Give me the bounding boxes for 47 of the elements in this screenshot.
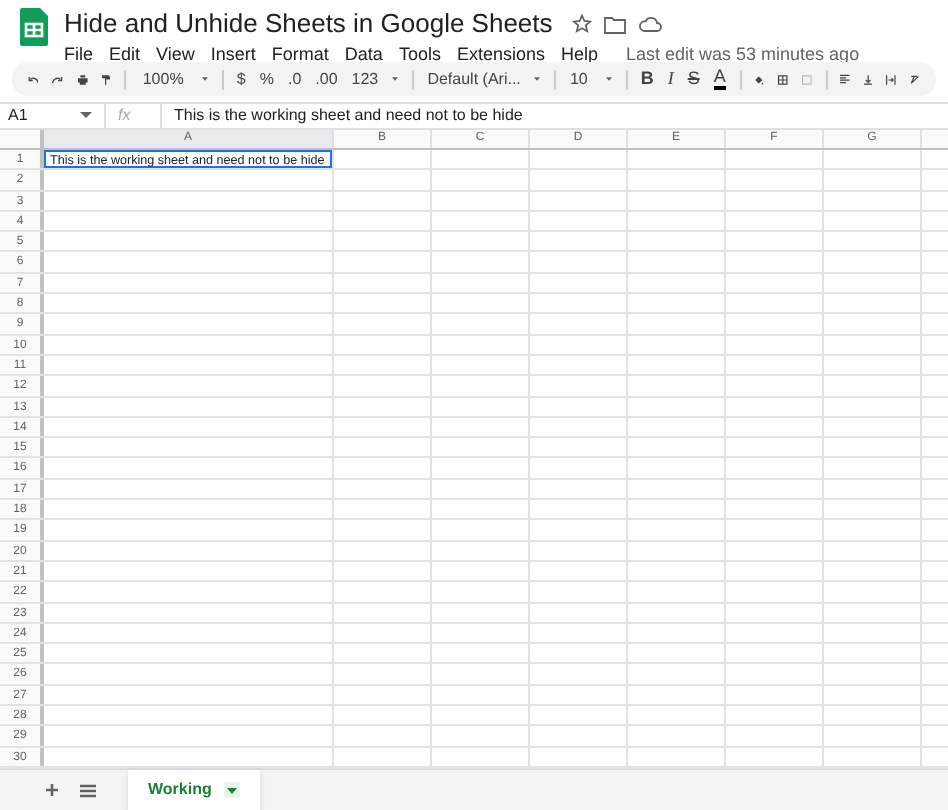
document-title[interactable]: Hide and Unhide Sheets in Google Sheets <box>64 8 553 40</box>
sheet-tab[interactable]: Working <box>128 769 260 810</box>
bold-button[interactable]: B <box>640 65 654 93</box>
increase-decimals-button[interactable]: .00 <box>315 67 338 91</box>
redo-icon[interactable] <box>52 73 64 85</box>
menu-item[interactable]: Help <box>560 42 598 69</box>
font-dropdown[interactable]: Default (Ari... <box>427 67 521 91</box>
caret-icon[interactable] <box>223 782 240 799</box>
menu-item[interactable]: Insert <box>210 42 256 69</box>
folder-icon[interactable] <box>604 15 627 33</box>
menu-item[interactable]: Edit <box>109 42 141 69</box>
add-sheet-icon[interactable] <box>44 782 60 799</box>
text-rotation-icon[interactable] <box>910 71 920 87</box>
menu-item[interactable]: File <box>64 42 94 69</box>
strikethrough-button[interactable]: S <box>687 65 700 93</box>
font-size-field[interactable]: 10 <box>569 67 592 91</box>
cloud-icon[interactable] <box>638 16 663 32</box>
sheet-list-icon[interactable] <box>80 783 96 798</box>
borders-icon[interactable] <box>778 71 788 87</box>
name-box[interactable]: A1 <box>0 104 80 128</box>
menu-item[interactable]: Format <box>271 42 329 69</box>
star-icon[interactable] <box>572 14 593 34</box>
text-wrap-icon[interactable] <box>886 71 897 87</box>
vertical-align-icon[interactable] <box>864 71 873 87</box>
caret-icon[interactable] <box>80 112 92 120</box>
number-format-button[interactable]: 123 <box>351 67 379 91</box>
undo-icon[interactable] <box>28 73 39 85</box>
menu-item[interactable]: View <box>156 42 195 69</box>
zoom-dropdown[interactable]: 100% <box>138 67 188 91</box>
align-icon[interactable] <box>840 72 851 86</box>
menu-item[interactable]: Data <box>344 42 383 69</box>
caret-icon[interactable] <box>392 76 399 82</box>
menu-item[interactable]: Extensions <box>456 42 545 69</box>
formula-field[interactable]: This is the working sheet and need not to be hide <box>160 104 523 128</box>
menu-item[interactable]: Tools <box>398 42 441 69</box>
fill-color-icon[interactable] <box>754 71 765 87</box>
decrease-decimals-button[interactable]: .0 <box>287 67 302 91</box>
italic-button[interactable]: I <box>667 65 674 93</box>
spreadsheet-logo-icon[interactable] <box>20 8 48 46</box>
percent-button[interactable]: % <box>259 67 274 91</box>
print-icon[interactable] <box>77 71 88 87</box>
caret-icon[interactable] <box>534 76 541 82</box>
text-color-button[interactable]: A <box>713 68 726 90</box>
caret-icon[interactable] <box>201 76 208 82</box>
currency-button[interactable]: $ <box>236 67 246 91</box>
paint-format-icon[interactable] <box>101 71 110 87</box>
caret-icon[interactable] <box>605 76 612 82</box>
